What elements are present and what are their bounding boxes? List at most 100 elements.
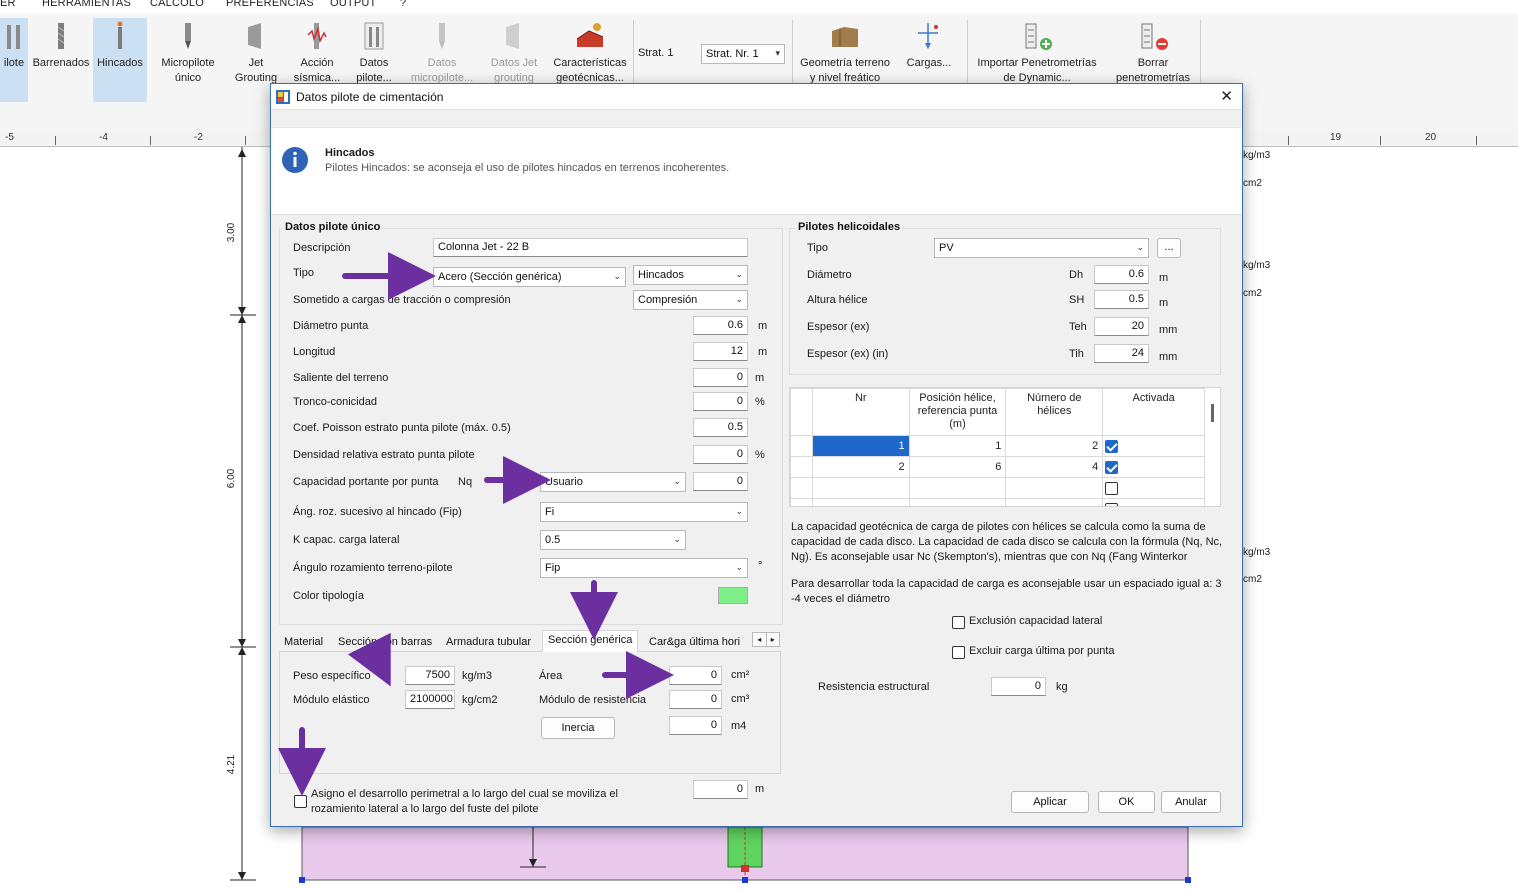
activated-checkbox[interactable] bbox=[1105, 439, 1119, 453]
pile-kind-select[interactable]: Hincados ⌄ bbox=[633, 265, 748, 285]
menu-item[interactable]: ? bbox=[400, 0, 406, 9]
activated-checkbox[interactable] bbox=[1105, 460, 1119, 474]
thickness-in-input[interactable]: 24 bbox=[1094, 344, 1149, 363]
menu-item[interactable]: HERRAMIENTAS bbox=[42, 0, 131, 9]
terrain-icon bbox=[796, 18, 894, 54]
field-label: Coef. Poisson estrato punta pilote (máx.… bbox=[293, 422, 511, 434]
driving-friction-select[interactable]: Fi ⌄ bbox=[540, 502, 748, 522]
menu-item[interactable]: PREFERENCIAS bbox=[226, 0, 314, 9]
chevron-down-icon: ⌄ bbox=[735, 269, 743, 279]
elastic-modulus-input[interactable]: 2100000 bbox=[405, 690, 455, 709]
section-modulus-input[interactable]: 0 bbox=[669, 690, 722, 709]
chevron-down-icon: ⌄ bbox=[673, 476, 681, 486]
tab-tubular[interactable]: Armadura tubular bbox=[441, 633, 536, 652]
helix-table-container: Nr Posición hélice, referencia punta (m)… bbox=[789, 387, 1221, 507]
relative-density-input[interactable]: 0 bbox=[693, 445, 748, 464]
field-label: Densidad relativa estrato punta pilote bbox=[293, 449, 475, 461]
more-button[interactable]: ... bbox=[1157, 238, 1181, 258]
ribbon-micropilote-button[interactable]: Micropilote único bbox=[155, 18, 221, 102]
ruler-label: -4 bbox=[99, 132, 108, 143]
taper-input[interactable]: 0 bbox=[693, 392, 748, 411]
tab-scroll[interactable]: ◂ ▸ bbox=[752, 632, 780, 647]
seismic-icon bbox=[292, 18, 342, 54]
load-type-select[interactable]: Compresión ⌄ bbox=[633, 290, 748, 310]
cancel-button[interactable]: Anular bbox=[1161, 791, 1221, 813]
length-input[interactable]: 12 bbox=[693, 342, 748, 361]
unit-label: m bbox=[755, 372, 765, 384]
menu-item[interactable]: CALCOLO bbox=[150, 0, 204, 9]
area-input[interactable]: 0 bbox=[669, 666, 722, 685]
field-label: Diámetro bbox=[807, 269, 852, 281]
thickness-ex-input[interactable]: 20 bbox=[1094, 317, 1149, 336]
column-header: Nr bbox=[811, 388, 910, 436]
tab-material[interactable]: Material bbox=[279, 633, 328, 652]
protrusion-input[interactable]: 0 bbox=[693, 368, 748, 387]
description-input[interactable]: Colonna Jet - 22 B bbox=[433, 238, 748, 257]
jet-data-icon bbox=[488, 18, 540, 54]
inertia-button[interactable]: Inercia bbox=[541, 717, 615, 739]
ruler-label: -5 bbox=[5, 132, 14, 143]
poisson-input[interactable]: 0.5 bbox=[693, 418, 748, 437]
tab-horizontal-load[interactable]: Car&ga última hori bbox=[644, 633, 745, 652]
exclude-tip-checkbox[interactable] bbox=[952, 646, 965, 659]
field-label: Saliente del terreno bbox=[293, 372, 389, 384]
chevron-right-icon[interactable]: ▸ bbox=[765, 633, 780, 646]
geotechnical-icon bbox=[550, 18, 630, 54]
menu-item[interactable]: OUTPUT bbox=[330, 0, 376, 9]
ok-button[interactable]: OK bbox=[1098, 791, 1155, 813]
ribbon-barrenados-button[interactable]: Barrenados bbox=[30, 18, 92, 102]
table-row[interactable] bbox=[790, 477, 1205, 499]
table-cell[interactable]: 2 bbox=[811, 456, 910, 478]
activated-checkbox[interactable] bbox=[1105, 481, 1119, 495]
helix-table: Nr Posición hélice, referencia punta (m)… bbox=[790, 388, 1205, 506]
table-scrollbar[interactable] bbox=[1211, 404, 1214, 422]
structural-resistance-input[interactable]: 0 bbox=[991, 677, 1046, 696]
field-label: Módulo de resistencia bbox=[539, 694, 647, 706]
table-cell[interactable]: 2 bbox=[1005, 435, 1104, 457]
field-label: Descripción bbox=[293, 242, 351, 254]
nq-input[interactable]: 0 bbox=[693, 472, 748, 491]
table-row[interactable]: 2 6 4 bbox=[790, 456, 1205, 478]
chevron-down-icon: ⌄ bbox=[735, 562, 743, 572]
table-row[interactable]: 1 1 2 bbox=[790, 435, 1205, 457]
inertia-input[interactable]: 0 bbox=[669, 716, 722, 735]
exclude-lateral-checkbox[interactable] bbox=[952, 616, 965, 629]
tab-generic-section[interactable]: Sección genérica bbox=[542, 630, 639, 652]
ribbon-hincados-button[interactable]: Hincados bbox=[93, 18, 147, 102]
delete-icon bbox=[1110, 18, 1196, 54]
ribbon-pilote-button[interactable]: ilote bbox=[0, 18, 28, 102]
field-label: Ángulo rozamiento terreno-pilote bbox=[293, 562, 453, 574]
lateral-k-select[interactable]: 0.5 ⌄ bbox=[540, 530, 686, 550]
perimeter-input[interactable]: 0 bbox=[693, 780, 748, 799]
helix-height-input[interactable]: 0.5 bbox=[1094, 290, 1149, 309]
close-icon[interactable]: ✕ bbox=[1220, 87, 1233, 105]
driven-pile-icon bbox=[93, 18, 147, 54]
ruler-tick bbox=[1476, 136, 1477, 145]
table-cell[interactable]: 1 bbox=[908, 435, 1007, 457]
ribbon-divider bbox=[967, 20, 968, 90]
strat-select[interactable]: Strat. Nr. 1 ▾ bbox=[701, 44, 785, 64]
tab-section-bars[interactable]: Sección con barras bbox=[333, 633, 437, 652]
bearing-capacity-select[interactable]: Usuario ⌄ bbox=[540, 472, 686, 492]
soil-pile-friction-select[interactable]: Fip ⌄ bbox=[540, 558, 748, 578]
type-select[interactable]: Acero (Sección genérica) ⌄ bbox=[433, 267, 626, 287]
perimeter-checkbox[interactable] bbox=[294, 795, 307, 808]
chevron-left-icon[interactable]: ◂ bbox=[753, 633, 766, 646]
symbol-label: Tih bbox=[1069, 348, 1084, 360]
tip-diameter-input[interactable]: 0.6 bbox=[693, 316, 748, 335]
table-cell[interactable]: 4 bbox=[1005, 456, 1104, 478]
table-cell[interactable]: 1 bbox=[811, 435, 910, 457]
table-cell[interactable]: 6 bbox=[908, 456, 1007, 478]
activated-checkbox[interactable] bbox=[1105, 502, 1119, 506]
side-unit-label: kg/m3 bbox=[1243, 150, 1271, 161]
apply-button[interactable]: Aplicar bbox=[1011, 791, 1089, 813]
pile-data-icon bbox=[350, 18, 398, 54]
color-swatch[interactable] bbox=[718, 587, 748, 604]
dialog-title: Datos pilote de cimentación bbox=[296, 90, 444, 104]
table-row[interactable] bbox=[790, 498, 1205, 506]
helix-diameter-input[interactable]: 0.6 bbox=[1094, 265, 1149, 284]
helical-type-select[interactable]: PV ⌄ bbox=[934, 238, 1149, 258]
unit-weight-input[interactable]: 7500 bbox=[405, 666, 455, 685]
ribbon-divider bbox=[792, 20, 793, 90]
menu-item[interactable]: ER bbox=[0, 0, 16, 9]
